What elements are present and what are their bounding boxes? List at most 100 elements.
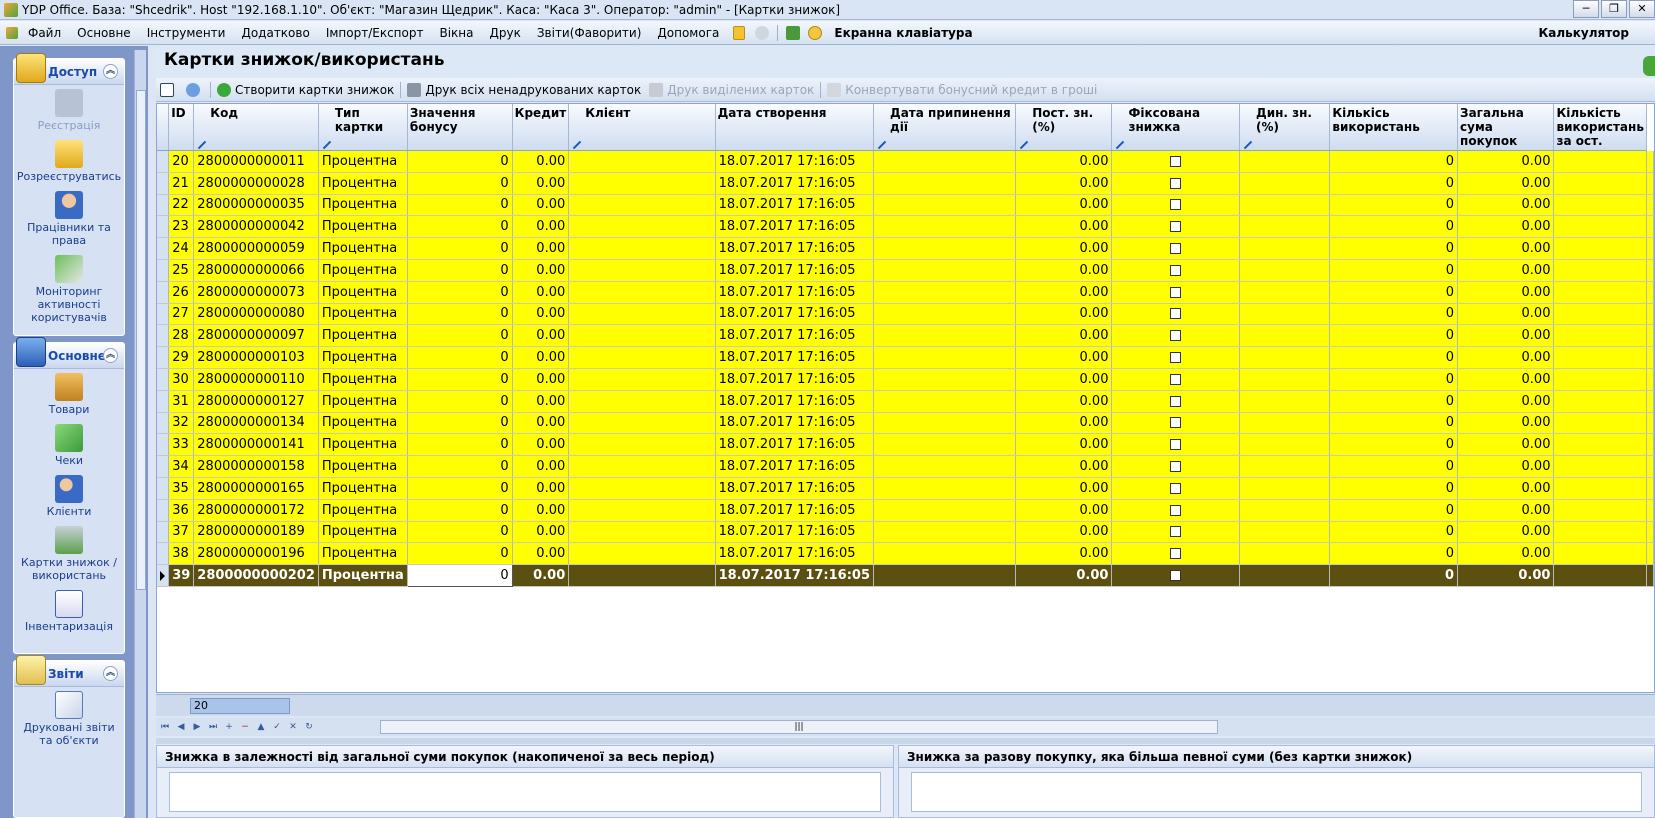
sidebar-group-header[interactable]: Звіти ︽ — [14, 655, 124, 687]
print-unprinted-button[interactable]: Друк всіх ненадрукованих карток — [403, 82, 645, 97]
cell-total[interactable]: 0.00 — [1457, 542, 1555, 566]
cell-last[interactable] — [1553, 172, 1647, 195]
fixed-discount-checkbox[interactable] — [1170, 504, 1182, 516]
cell-total[interactable]: 0.00 — [1457, 477, 1555, 500]
cell-client[interactable] — [568, 281, 716, 304]
cell-id[interactable]: 28 — [168, 324, 195, 348]
cell-dyn_disc[interactable] — [1239, 194, 1331, 217]
exit-icon[interactable] — [786, 25, 801, 40]
minimize-button[interactable]: ─ — [1573, 0, 1599, 18]
cell-bonus[interactable]: 0 — [407, 412, 513, 435]
column-header-created[interactable]: Дата створення — [715, 104, 875, 151]
cell-dyn_disc[interactable] — [1239, 303, 1331, 326]
cell-bonus[interactable]: 0 — [407, 368, 513, 391]
cell-created[interactable]: 18.07.2017 17:16:05 — [715, 499, 875, 522]
column-header-last[interactable]: Кількість використань за ост. — [1553, 104, 1647, 151]
cell-ended[interactable] — [873, 324, 1017, 348]
cell-const_disc[interactable]: 0.00 — [1015, 324, 1113, 348]
cell-dyn_disc[interactable] — [1239, 477, 1331, 500]
convert-bonus-button[interactable]: Конвертувати бонусний кредит в гроші — [823, 82, 1101, 97]
row-indicator[interactable] — [157, 542, 170, 566]
next-record-button[interactable]: ▶ — [190, 720, 204, 734]
row-indicator[interactable] — [157, 521, 170, 544]
cell-ended[interactable] — [873, 412, 1017, 435]
cell-fixed[interactable] — [1111, 346, 1241, 369]
cell-last[interactable] — [1553, 303, 1647, 326]
row-indicator[interactable] — [157, 324, 170, 348]
row-indicator[interactable] — [157, 412, 170, 435]
fixed-discount-checkbox[interactable] — [1170, 199, 1182, 211]
cell-last[interactable] — [1553, 477, 1647, 500]
cell-total[interactable]: 0.00 — [1457, 215, 1555, 239]
cell-const_disc[interactable]: 0.00 — [1015, 455, 1113, 478]
cell-credit[interactable]: 0.00 — [512, 324, 570, 348]
menu-import-export[interactable]: Імпорт/Експорт — [318, 26, 432, 40]
refresh-record-button[interactable]: ↻ — [302, 720, 316, 734]
cell-total[interactable]: 0.00 — [1457, 150, 1555, 173]
column-header-code[interactable]: Код — [193, 104, 319, 151]
cell-code[interactable]: 2800000000028 — [193, 172, 319, 195]
menu-main[interactable]: Основне — [69, 26, 139, 40]
table-row[interactable]: 22 2800000000035 Процентна 0 0.00 18.07.2017 … — [157, 194, 1654, 217]
cell-created[interactable]: 18.07.2017 17:16:05 — [715, 303, 875, 326]
cell-ended[interactable] — [873, 172, 1017, 195]
cell-ended[interactable] — [873, 433, 1017, 457]
clock-icon[interactable] — [808, 25, 823, 40]
cell-bonus[interactable]: 0 — [406, 564, 513, 587]
sidebar-item-unregister[interactable]: Розреєструватись — [14, 136, 124, 187]
collapse-chevron-icon[interactable]: ︽ — [103, 64, 118, 79]
cell-fixed[interactable] — [1111, 368, 1241, 391]
column-header-dyn_disc[interactable]: Дин. зн.(%) — [1239, 104, 1331, 151]
table-row[interactable]: 27 2800000000080 Процентна 0 0.00 18.07.2017 … — [157, 303, 1654, 326]
table-row[interactable]: 31 2800000000127 Процентна 0 0.00 18.07.2017 … — [157, 390, 1654, 413]
fixed-discount-checkbox[interactable] — [1170, 395, 1182, 407]
cell-client[interactable] — [568, 368, 716, 391]
cell-dyn_disc[interactable] — [1239, 499, 1331, 522]
insert-record-button[interactable]: + — [222, 720, 236, 734]
cell-last[interactable] — [1553, 150, 1647, 173]
row-indicator[interactable] — [157, 150, 170, 173]
cell-credit[interactable]: 0.00 — [512, 412, 570, 435]
row-indicator[interactable] — [157, 477, 170, 500]
cell-last[interactable] — [1553, 564, 1647, 587]
cell-client[interactable] — [568, 303, 716, 326]
cell-code[interactable]: 2800000000080 — [193, 303, 319, 326]
table-row[interactable]: 25 2800000000066 Процентна 0 0.00 18.07.2017 … — [157, 259, 1654, 282]
cell-client[interactable] — [568, 521, 716, 544]
cell-dyn_disc[interactable] — [1239, 433, 1331, 457]
menu-print[interactable]: Друк — [482, 26, 529, 40]
fixed-discount-checkbox[interactable] — [1170, 330, 1182, 342]
cell-created[interactable]: 18.07.2017 17:16:05 — [715, 521, 875, 544]
menu-additional[interactable]: Додатково — [233, 26, 317, 40]
create-cards-button[interactable]: Створити картки знижок — [213, 82, 398, 97]
cell-const_disc[interactable]: 0.00 — [1015, 499, 1113, 522]
cell-id[interactable]: 37 — [168, 521, 195, 544]
cell-const_disc[interactable]: 0.00 — [1015, 564, 1113, 587]
sidebar-scrollbar[interactable] — [134, 50, 146, 818]
row-indicator[interactable] — [157, 499, 170, 522]
discount-cards-grid[interactable]: ID Код Тип картки Значення бонусу Кредит Кліє… — [156, 103, 1655, 693]
cell-total[interactable]: 0.00 — [1457, 390, 1555, 413]
cell-id[interactable]: 24 — [168, 237, 195, 260]
cell-type[interactable]: Процентна — [318, 346, 408, 369]
table-row[interactable]: 35 2800000000165 Процентна 0 0.00 18.07.2017 … — [157, 477, 1654, 500]
cell-fixed[interactable] — [1111, 433, 1241, 457]
cell-uses[interactable]: 0 — [1329, 499, 1459, 522]
cell-fixed[interactable] — [1111, 172, 1241, 195]
cell-id[interactable]: 21 — [168, 172, 195, 195]
column-header-id[interactable]: ID — [168, 104, 195, 151]
sidebar-item-printed-reports[interactable]: Друковані звіти та об'єкти — [14, 687, 124, 751]
cell-uses[interactable]: 0 — [1329, 390, 1459, 413]
cell-bonus[interactable]: 0 — [407, 281, 513, 304]
row-indicator[interactable] — [157, 281, 170, 304]
cell-created[interactable]: 18.07.2017 17:16:05 — [715, 194, 875, 217]
cell-const_disc[interactable]: 0.00 — [1015, 237, 1113, 260]
cell-code[interactable]: 2800000000110 — [193, 368, 319, 391]
restore-button[interactable]: ❐ — [1601, 0, 1627, 18]
fixed-discount-checkbox[interactable] — [1170, 221, 1182, 233]
cell-code[interactable]: 2800000000073 — [193, 281, 319, 304]
cell-bonus[interactable]: 0 — [407, 499, 513, 522]
collapse-chevron-icon[interactable]: ︽ — [103, 348, 118, 363]
sidebar-item-clients[interactable]: Клієнти — [14, 471, 124, 522]
row-indicator[interactable] — [157, 215, 170, 239]
